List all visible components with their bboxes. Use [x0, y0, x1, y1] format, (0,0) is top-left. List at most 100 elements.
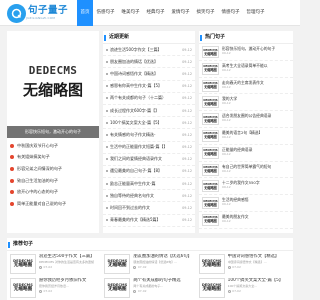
- hot-item[interactable]: DEDECMS 无缩略图 走向春天的主席发表作文 09-12: [199, 78, 293, 95]
- dot-icon: [106, 133, 108, 136]
- hot-item-thumbnail[interactable]: DEDECMS 无缩略图: [202, 62, 219, 75]
- recent-item[interactable]: 励志正能量高中生作文-篇 09-12: [103, 178, 195, 191]
- thumbnail-placeholder-text: 无缩略图: [202, 263, 221, 268]
- recommend-heading: 推荐句子: [7, 238, 293, 251]
- hot-item-date: 09-12: [222, 84, 231, 89]
- recent-item[interactable]: 朋友圈加油的情话【优选】 09-12: [103, 56, 195, 69]
- recommend-thumbnail[interactable]: DEDECMS 无缩略图: [198, 254, 225, 274]
- hot-item-text: 有自己的世界简单霸气的短句 09-12: [222, 164, 290, 174]
- recommend-card[interactable]: DEDECMS 无缩略图 朋友圈加油的情话【优选6句】 朋友圈加油的情话【优选6句】.…: [104, 254, 195, 276]
- hot-item-thumbnail[interactable]: DEDECMS 无缩略图: [202, 197, 219, 210]
- hot-item-thumbnail[interactable]: DEDECMS 无缩略图: [202, 213, 219, 226]
- hot-item-date: 09-12: [222, 151, 231, 156]
- recommend-card[interactable]: DEDECMS 无缩略图 中国诗词感悟作文【精选】 中国诗词感悟作文【精选】... 07…: [198, 254, 290, 276]
- left-list-item-title: 简单正能量对自己说的句子: [17, 200, 67, 206]
- nav-item[interactable]: 唯美句子: [118, 0, 143, 26]
- thumbnail-placeholder-text: 无缩略图: [204, 202, 217, 207]
- left-list-item[interactable]: 放开心中的心态的句子: [10, 186, 96, 198]
- left-list-item[interactable]: 形容兄弟之间情深的句子: [10, 163, 96, 175]
- left-list-item-title: 有关姐妹搞笑句子: [17, 154, 50, 160]
- recent-item[interactable]: 100个搞笑文案大全-篇【5】 09-12: [103, 117, 195, 130]
- nav-item[interactable]: 情感句子: [218, 0, 243, 26]
- hot-item[interactable]: DEDECMS 无缩略图 正能量的经典语录 09-12: [199, 145, 293, 162]
- nav-item[interactable]: 经典句子: [143, 0, 168, 26]
- hot-item-thumbnail[interactable]: DEDECMS 无缩略图: [202, 79, 219, 92]
- recent-item-title: 感恩有你高中生作文-篇【5】: [110, 83, 162, 89]
- nav-item[interactable]: 首页: [77, 0, 93, 26]
- recent-item[interactable]: 独自等待的经典名句作文 09-12: [103, 190, 195, 203]
- hot-item[interactable]: DEDECMS 无缩略图 适合发朋友圈的公告经典语录 09-12: [199, 111, 293, 128]
- recommend-card-meta: 07-02: [39, 265, 101, 270]
- hot-item[interactable]: DEDECMS 无缩略图 十二岁的我作文550字 09-12: [199, 178, 293, 196]
- hot-item[interactable]: DEDECMS 无缩略图 生活的经典感悟 09-12: [199, 195, 293, 212]
- recent-item-title: 遇见最美的自己句子-篇【8】: [110, 168, 162, 174]
- hot-item[interactable]: DEDECMS 无缩略图 最美的语言2句【精选】 09-12: [199, 128, 293, 145]
- recommend-card-meta: 07-02: [133, 265, 195, 270]
- hot-item[interactable]: DEDECMS 无缩略图 我的大学 09-12: [199, 94, 293, 112]
- recent-item[interactable]: 中国诗词感悟作文【精选】 09-12: [103, 68, 195, 81]
- recommend-card[interactable]: DEDECMS 无缩略图 浪迹生活500字作文【三篇】 DEDECMS 对你的生活是否…: [10, 254, 101, 276]
- hot-item-thumbnail[interactable]: DEDECMS 无缩略图: [202, 146, 219, 159]
- thumbnail-placeholder-text: 无缩略图: [202, 287, 221, 292]
- clock-icon: [133, 289, 137, 293]
- hot-item[interactable]: DEDECMS 无缩略图 形容快乐短句，激动开心的句子 09-12: [199, 44, 293, 61]
- hot-item[interactable]: DEDECMS 无缩略图 高考生大全语录简单不能以 09-12: [199, 61, 293, 78]
- recommend-thumbnail[interactable]: DEDECMS 无缩略图: [104, 278, 131, 298]
- left-list-item[interactable]: 有关姐妹搞笑句子: [10, 152, 96, 164]
- recent-item[interactable]: 青春最美的作文【精选5篇】 09-12: [103, 215, 195, 227]
- recent-item-title: 两个有关成都的句子（十二篇）: [110, 95, 166, 101]
- recent-item-date: 09-12: [182, 132, 192, 137]
- recommend-thumbnail[interactable]: DEDECMS 无缩略图: [10, 278, 36, 298]
- thumbnail-placeholder-text: 无缩略图: [204, 101, 217, 106]
- left-list-item[interactable]: 简单正能量对自己说的句子: [10, 198, 96, 210]
- hot-item-date: 09-12: [222, 202, 231, 207]
- recommend-thumbnail[interactable]: DEDECMS 无缩略图: [198, 278, 225, 298]
- recommend-grid: DEDECMS 无缩略图 浪迹生活500字作文【三篇】 DEDECMS 对你的生活是否…: [7, 251, 293, 300]
- recent-item-title: 青春最美的作文【精选5篇】: [110, 217, 161, 223]
- left-list-item[interactable]: 致自己生活加油的句子: [10, 175, 96, 187]
- recommend-card[interactable]: DEDECMS 无缩略图 愿你我历经岁月依旧作文 愿你我历经岁月依旧... 07-02: [10, 278, 101, 300]
- bullet-icon: [10, 190, 14, 195]
- hot-item-thumbnail[interactable]: DEDECMS 无缩略图: [202, 113, 219, 126]
- hot-item-date: 09-12: [222, 218, 231, 223]
- recent-item[interactable]: 遇见最美的自己句子-篇【8】 09-12: [103, 166, 195, 179]
- thumbnail-placeholder-text: 无缩略图: [204, 51, 217, 56]
- recommend-card-meta: 07-02: [227, 265, 290, 270]
- recent-item[interactable]: 成长过程作文600字-篇【】 09-12: [103, 105, 195, 118]
- recent-item[interactable]: 我们之间的爱情经典语录作文 09-12: [103, 154, 195, 166]
- recent-item[interactable]: 浪迹生活500字作文【三篇】 09-12: [103, 44, 195, 57]
- recommend-card[interactable]: DEDECMS 无缩略图 两个有关成都的句子精选 两个有关成都的句子... 07-02: [104, 278, 195, 300]
- hot-item-thumbnail[interactable]: DEDECMS 无缩略图: [202, 163, 219, 176]
- recent-item[interactable]: 时间回不到过去的作文 09-12: [103, 202, 195, 215]
- hot-item-thumbnail[interactable]: DEDECMS 无缩略图: [202, 180, 219, 193]
- nav-item[interactable]: 哲理句子: [243, 0, 268, 26]
- recent-item[interactable]: 有关情感的句子作文精选- 09-12: [103, 129, 195, 142]
- site-logo[interactable]: 句子量子 JUZILIANGZI.COM: [7, 3, 68, 23]
- thumbnail-placeholder-text: 无缩略图: [204, 219, 217, 224]
- recent-item[interactable]: 生活中的正能量作文短篇-篇【】 09-12: [103, 142, 195, 154]
- recommend-thumbnail[interactable]: DEDECMS 无缩略图: [104, 254, 131, 274]
- recommend-card[interactable]: DEDECMS 无缩略图 100个搞笑文案大全-篇【5】 100个搞笑文案大全... 0…: [198, 278, 290, 300]
- left-list-item-title: 形容兄弟之间情深的句子: [17, 165, 63, 171]
- hot-item[interactable]: DEDECMS 无缩略图 有自己的世界简单霸气的短句 09-12: [199, 162, 293, 179]
- nav-item[interactable]: 伤感句子: [93, 0, 118, 26]
- featured-caption[interactable]: 形容快乐短句，激动开心的句子: [7, 126, 99, 138]
- hot-item-thumbnail[interactable]: DEDECMS 无缩略图: [202, 46, 219, 58]
- hot-item-thumbnail[interactable]: DEDECMS 无缩略图: [202, 96, 219, 109]
- featured-slide[interactable]: DEDECMS 无缩略图 形容快乐短句，激动开心的句子: [7, 31, 99, 138]
- nav-item[interactable]: 爱情句子: [168, 0, 193, 26]
- hot-item-text: 高考生大全语录简单不能以 09-12: [222, 63, 290, 73]
- recent-item-date: 09-12: [182, 84, 192, 89]
- dot-icon: [106, 170, 108, 173]
- recent-item[interactable]: 感恩有你高中生作文-篇【5】 09-12: [103, 81, 195, 93]
- hot-list: DEDECMS 无缩略图 形容快乐短句，激动开心的句子 09-12 DEDECMS 无缩略…: [199, 44, 293, 229]
- recent-item-title: 有关情感的句子作文精选-: [110, 131, 156, 137]
- dot-icon: [106, 97, 108, 100]
- left-list-item[interactable]: 中秋国庆双节开心句子: [10, 140, 96, 152]
- recent-item[interactable]: 两个有关成都的句子（十二篇） 09-12: [103, 93, 195, 105]
- hot-item[interactable]: DEDECMS 无缩略图 最美的朋友作文 09-12: [199, 212, 293, 229]
- thumbnail-placeholder-text: 无缩略图: [204, 85, 217, 90]
- nav-item[interactable]: 搞笑句子: [193, 0, 218, 26]
- hot-item-thumbnail[interactable]: DEDECMS 无缩略图: [202, 129, 219, 142]
- recommend-thumbnail[interactable]: DEDECMS 无缩略图: [10, 254, 36, 274]
